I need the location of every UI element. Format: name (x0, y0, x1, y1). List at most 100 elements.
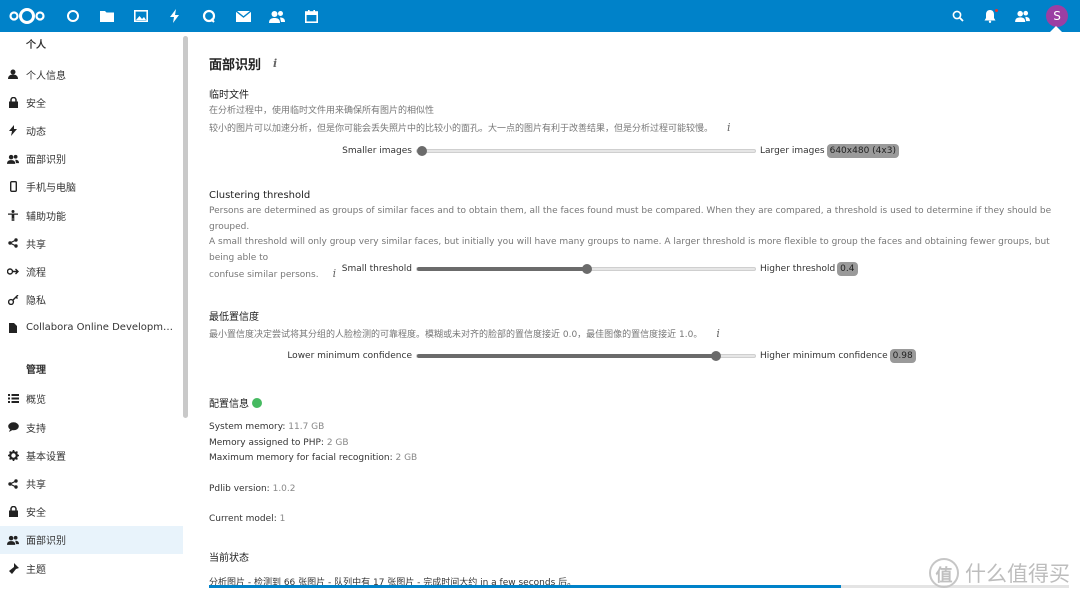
image-size-slider-row: Smaller images Larger images 640x480 (4x… (300, 143, 899, 159)
threshold-slider[interactable] (416, 264, 756, 274)
watermark-logo: 值 (929, 558, 959, 588)
gear-icon (0, 449, 26, 461)
mail-app-icon[interactable] (226, 0, 260, 32)
main-content: 面部识别 i 临时文件 在分析过程中，使用临时文件用来确保所有图片的相似性 较小… (190, 32, 1080, 598)
sidebar-item-mobile-desktop[interactable]: 手机与电脑 (0, 173, 183, 201)
talk-app-icon[interactable] (192, 0, 226, 32)
sidebar-item-admin-security[interactable]: 安全 (0, 498, 183, 526)
threshold-right-label: Higher threshold (760, 264, 836, 274)
current-model-value: 1 (279, 514, 286, 524)
document-icon (0, 322, 26, 333)
clustering-title: Clustering threshold (209, 190, 311, 201)
confidence-right-label: Higher minimum confidence (760, 351, 888, 361)
config-section: 配置信息 System memory: 11.7 GB Memory assig… (209, 395, 1069, 528)
current-model-row: Current model: 1 (209, 514, 286, 524)
confidence-section: 最低置信度 最小置信度决定尝试将其分组的人脸检测的可靠程度。模糊或未对齐的脸部的… (209, 308, 1069, 344)
sidebar-item-collabora[interactable]: Collabora Online Development E... (0, 314, 183, 342)
max-memory-value: 2 GB (395, 453, 418, 463)
activity-app-icon[interactable] (158, 0, 192, 32)
watermark-text: 什么值得买 (965, 562, 1070, 586)
sidebar-item-admin-sharing[interactable]: 共享 (0, 469, 183, 497)
temp-files-section: 临时文件 在分析过程中，使用临时文件用来确保所有图片的相似性 较小的图片可以加速… (209, 86, 1069, 137)
analysis-progress-fill (209, 585, 841, 588)
config-title: 配置信息 (209, 399, 249, 410)
sidebar-item-security[interactable]: 安全 (0, 88, 183, 116)
privacy-icon (0, 294, 26, 305)
nextcloud-logo[interactable] (2, 0, 52, 32)
sidebar-item-sharing[interactable]: 共享 (0, 229, 183, 257)
temp-files-desc-1: 在分析过程中，使用临时文件用来确保所有图片的相似性 (209, 106, 435, 116)
confidence-slider-fill (417, 354, 716, 358)
image-size-slider[interactable] (416, 146, 756, 156)
search-icon[interactable] (942, 0, 974, 32)
lock-icon (0, 96, 26, 108)
sidebar-item-basic-settings[interactable]: 基本设置 (0, 441, 183, 469)
sidebar-item-flow[interactable]: 流程 (0, 257, 183, 285)
confidence-left-label: Lower minimum confidence (287, 351, 412, 361)
page-title-row: 面部识别 i (209, 54, 277, 73)
overview-icon (0, 394, 26, 404)
accessibility-icon (0, 209, 26, 221)
confidence-desc-row: 最小置信度决定尝试将其分组的人脸检测的可靠程度。模糊或未对齐的脸部的置信度接近 … (209, 326, 1069, 344)
threshold-slider-fill (417, 267, 587, 271)
sidebar-item-theming[interactable]: 主题 (0, 554, 183, 582)
contacts-app-icon[interactable] (260, 0, 294, 32)
lock-icon (0, 506, 26, 518)
sidebar-item-privacy[interactable]: 隐私 (0, 286, 183, 314)
info-icon[interactable]: i (716, 327, 720, 340)
sidebar-item-overview[interactable]: 概览 (0, 385, 183, 413)
theme-icon (0, 562, 26, 574)
personal-section-heading: 个人 (26, 40, 46, 51)
settings-sidebar: 个人 个人信息 安全 动态 面部识别 手机与电脑 辅助功能 共享 流程 隐私 C… (0, 32, 190, 598)
temp-files-desc-2-row: 较小的图片可以加速分析，但是你可能会丢失照片中的比较小的面孔。大一点的图片有利于… (209, 120, 1069, 138)
max-memory-row: Maximum memory for facial recognition: 2… (209, 453, 418, 463)
threshold-slider-row: Small threshold Higher threshold 0.4 (300, 261, 858, 277)
notifications-bell-icon[interactable] (974, 0, 1006, 32)
temp-files-desc-2: 较小的图片可以加速分析，但是你可能会丢失照片中的比较小的面孔。大一点的图片有利于… (209, 123, 714, 134)
threshold-value-badge: 0.4 (837, 262, 858, 276)
confidence-slider-thumb[interactable] (711, 351, 721, 361)
pdlib-version-row: Pdlib version: 1.0.2 (209, 483, 296, 494)
temp-files-title: 临时文件 (209, 90, 249, 101)
calendar-app-icon[interactable] (294, 0, 328, 32)
sidebar-item-accessibility[interactable]: 辅助功能 (0, 201, 183, 229)
image-size-slider-thumb[interactable] (417, 146, 427, 156)
status-ok-dot (252, 397, 262, 408)
photos-app-icon[interactable] (124, 0, 158, 32)
clustering-desc-1: Persons are determined as groups of simi… (209, 206, 1052, 232)
watermark: 值 什么值得买 (929, 558, 1070, 588)
files-app-icon[interactable] (90, 0, 124, 32)
config-title-row: 配置信息 (209, 395, 1069, 410)
php-memory-row: Memory assigned to PHP: 2 GB (209, 437, 349, 448)
threshold-left-label: Small threshold (341, 264, 412, 274)
dashboard-app-icon[interactable] (56, 0, 90, 32)
group-icon (0, 535, 26, 545)
top-header: S (0, 0, 1080, 32)
support-icon (0, 422, 26, 433)
sidebar-item-support[interactable]: 支持 (0, 413, 183, 441)
sidebar-item-face-recognition[interactable]: 面部识别 (0, 145, 183, 173)
php-memory-value: 2 GB (326, 437, 349, 448)
user-avatar[interactable]: S (1046, 5, 1068, 27)
threshold-slider-thumb[interactable] (582, 264, 592, 274)
sidebar-scrollbar[interactable] (183, 36, 188, 418)
info-icon[interactable]: i (273, 57, 277, 70)
contacts-menu-icon[interactable] (1006, 0, 1038, 32)
activity-icon (0, 124, 26, 136)
share-icon (0, 478, 26, 489)
user-icon (0, 69, 26, 80)
sidebar-item-activity[interactable]: 动态 (0, 116, 183, 144)
confidence-slider-row: Lower minimum confidence Higher minimum … (250, 348, 916, 364)
sidebar-item-personal-info[interactable]: 个人信息 (0, 60, 183, 88)
page-title: 面部识别 (209, 58, 262, 73)
image-size-left-label: Smaller images (342, 146, 412, 156)
pdlib-version-value: 1.0.2 (272, 483, 296, 494)
confidence-value-badge: 0.98 (889, 349, 916, 363)
info-icon[interactable]: i (727, 121, 731, 134)
notification-badge (994, 8, 999, 13)
image-size-right-label: Larger images (760, 146, 825, 156)
sidebar-item-admin-face-recognition[interactable]: 面部识别 (0, 525, 183, 554)
system-memory-row: System memory: 11.7 GB (209, 422, 325, 432)
confidence-slider[interactable] (416, 351, 756, 361)
confidence-title: 最低置信度 (209, 312, 259, 323)
